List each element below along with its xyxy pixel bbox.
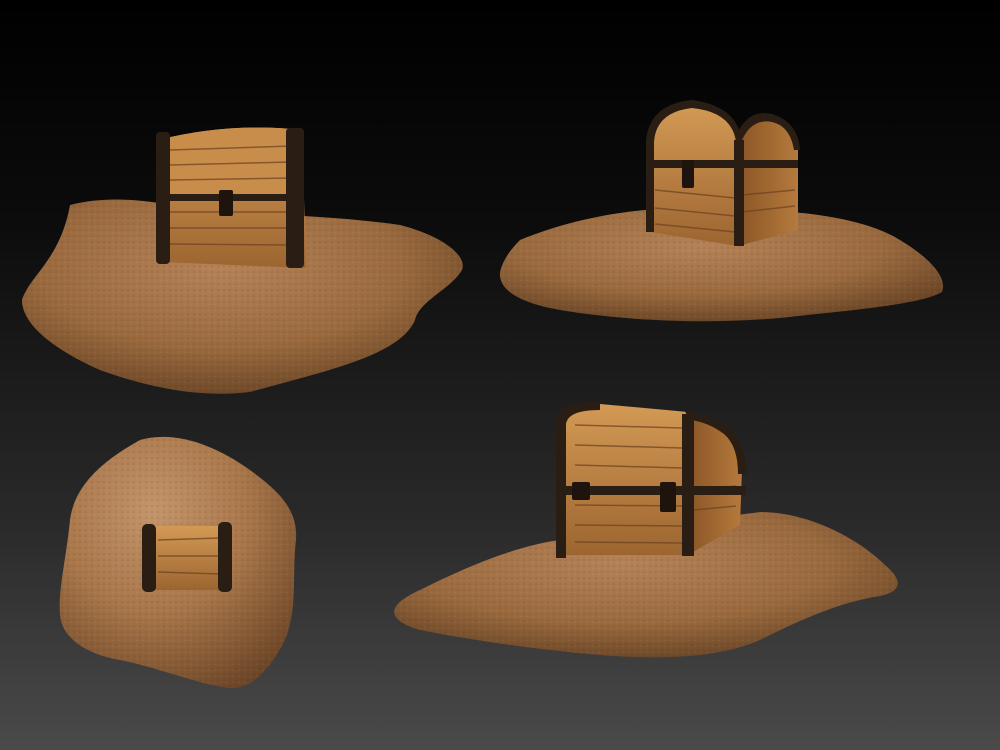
treasure-chest (646, 100, 800, 246)
treasure-chest (156, 127, 306, 269)
hinge-plate (572, 482, 590, 500)
render-viewport (22, 100, 944, 689)
lock-plate (682, 160, 694, 188)
treasure-chest (556, 401, 746, 558)
view-angled-low (394, 401, 898, 658)
view-three-quarter-side (499, 100, 944, 322)
lock-plate (219, 190, 233, 216)
treasure-chest (142, 522, 232, 592)
lock-plate (660, 482, 676, 512)
view-three-quarter-front (22, 127, 463, 394)
view-top-down (59, 436, 297, 689)
